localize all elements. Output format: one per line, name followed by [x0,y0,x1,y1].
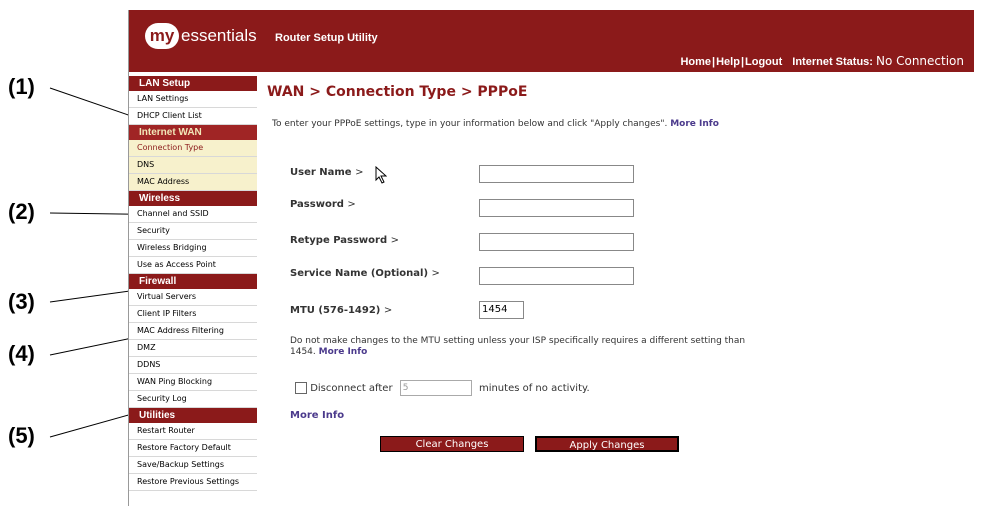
sidebar-item-security-log[interactable]: Security Log [129,391,257,408]
disconnect-suffix: minutes of no activity. [478,383,590,394]
app-title: Router Setup Utility [275,32,378,44]
logo: my essentials [145,23,257,49]
callout-5: (5) [8,423,35,448]
sidebar-section-internet-wan[interactable]: Internet WAN [129,125,257,140]
disconnect-row: Disconnect after 5 minutes of no activit… [295,380,590,396]
service-name-label-text: Service Name (Optional) [290,268,429,279]
logo-badge: my [145,23,179,49]
retype-password-gt: > [390,235,399,246]
password-input[interactable] [479,199,634,217]
sidebar-item-wan-ping-blocking[interactable]: WAN Ping Blocking [129,374,257,391]
sidebar-item-dmz[interactable]: DMZ [129,340,257,357]
intro-more-info-link[interactable]: More Info [670,119,719,129]
sidebar-item-client-ip-filters[interactable]: Client IP Filters [129,306,257,323]
retype-password-label-text: Retype Password [290,235,388,246]
service-name-input[interactable] [479,267,634,285]
sidebar-item-save-backup[interactable]: Save/Backup Settings [129,457,257,474]
sidebar-item-virtual-servers[interactable]: Virtual Servers [129,289,257,306]
sidebar-item-mac-filtering[interactable]: MAC Address Filtering [129,323,257,340]
sidebar-section-firewall[interactable]: Firewall [129,274,257,289]
sidebar-item-factory-default[interactable]: Restore Factory Default [129,440,257,457]
sidebar-item-ddns[interactable]: DDNS [129,357,257,374]
sidebar-item-access-point[interactable]: Use as Access Point [129,257,257,274]
password-label: Password > [290,199,356,210]
intro-message: To enter your PPPoE settings, type in yo… [272,119,668,129]
callout-1: (1) [8,74,35,99]
sidebar-item-connection-type[interactable]: Connection Type [129,140,257,157]
mtu-note: Do not make changes to the MTU setting u… [290,336,770,358]
logo-text: essentials [181,26,257,45]
more-info-link[interactable]: More Info [290,410,344,421]
header-bar: my essentials Router Setup Utility Home|… [129,10,974,72]
internet-status-label: Internet Status: [792,56,873,68]
sidebar-item-wireless-bridging[interactable]: Wireless Bridging [129,240,257,257]
page-title: WAN > Connection Type > PPPoE [267,84,528,100]
disconnect-checkbox[interactable] [295,382,307,394]
nav-home-link[interactable]: Home [680,56,711,68]
apply-changes-button[interactable]: Apply Changes [535,436,679,452]
sidebar-item-restore-previous[interactable]: Restore Previous Settings [129,474,257,491]
top-nav: Home|Help|Logout Internet Status: No Conne… [680,54,964,68]
sidebar-item-mac-address[interactable]: MAC Address [129,174,257,191]
sidebar-item-restart-router[interactable]: Restart Router [129,423,257,440]
password-gt: > [347,199,356,210]
mouse-pointer-icon [375,166,387,184]
intro-text: To enter your PPPoE settings, type in yo… [272,119,782,130]
internet-status-value: No Connection [875,54,964,68]
sidebar-item-dns[interactable]: DNS [129,157,257,174]
retype-password-label: Retype Password > [290,235,399,246]
sidebar-item-lan-settings[interactable]: LAN Settings [129,91,257,108]
sidebar-item-channel-ssid[interactable]: Channel and SSID [129,206,257,223]
mtu-gt: > [383,305,393,316]
mtu-label-text: MTU (576-1492) [290,305,381,316]
sidebar: LAN Setup LAN Settings DHCP Client List … [129,76,257,491]
retype-password-input[interactable] [479,233,634,251]
sidebar-item-dhcp-client-list[interactable]: DHCP Client List [129,108,257,125]
service-name-label: Service Name (Optional) > [290,268,440,279]
callout-4: (4) [8,341,35,366]
clear-changes-button[interactable]: Clear Changes [380,436,524,452]
nav-help-link[interactable]: Help [716,56,740,68]
nav-logout-link[interactable]: Logout [745,56,782,68]
callout-3: (3) [8,289,35,314]
password-label-text: Password [290,199,344,210]
disconnect-label: Disconnect after [310,383,393,394]
mtu-label: MTU (576-1492) > [290,305,392,316]
callout-2: (2) [8,199,35,224]
service-name-gt: > [431,268,440,279]
user-name-label: User Name > [290,167,363,178]
user-name-label-text: User Name [290,167,352,178]
user-name-input[interactable] [479,165,634,183]
sidebar-item-security[interactable]: Security [129,223,257,240]
mtu-more-info-link[interactable]: More Info [319,347,368,357]
sidebar-section-wireless[interactable]: Wireless [129,191,257,206]
router-utility-window: my essentials Router Setup Utility Home|… [128,10,974,506]
mtu-input[interactable]: 1454 [479,301,524,319]
sidebar-section-lan-setup[interactable]: LAN Setup [129,76,257,91]
user-name-gt: > [355,167,364,178]
disconnect-minutes-input[interactable]: 5 [399,380,472,396]
sidebar-section-utilities[interactable]: Utilities [129,408,257,423]
